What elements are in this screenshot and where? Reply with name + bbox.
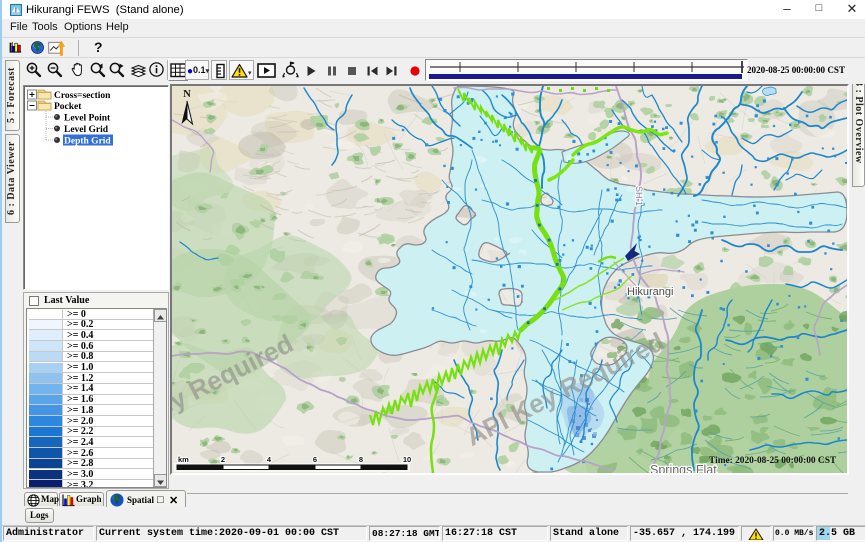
- svg-text:SH 1: SH 1: [634, 186, 644, 206]
- svg-text:Cross=section: Cross=section: [54, 91, 111, 101]
- svg-text:km: km: [178, 455, 189, 464]
- svg-text:Hikurangi: Hikurangi: [627, 286, 673, 298]
- svg-text:10: 10: [403, 455, 411, 464]
- svg-text:Time: 2020-08-25 00:00:00 CST: Time: 2020-08-25 00:00:00 CST: [709, 456, 837, 466]
- svg-text:2: 2: [221, 455, 225, 464]
- svg-text:N: N: [183, 89, 191, 100]
- svg-text:Level Point: Level Point: [64, 114, 111, 124]
- svg-text:Depth Grid: Depth Grid: [64, 137, 111, 147]
- svg-text:Pocket: Pocket: [54, 102, 82, 112]
- svg-text:6: 6: [313, 455, 317, 464]
- svg-text:8: 8: [359, 455, 363, 464]
- svg-text:Springs Flat: Springs Flat: [650, 463, 717, 473]
- svg-text:Level Grid: Level Grid: [64, 125, 109, 135]
